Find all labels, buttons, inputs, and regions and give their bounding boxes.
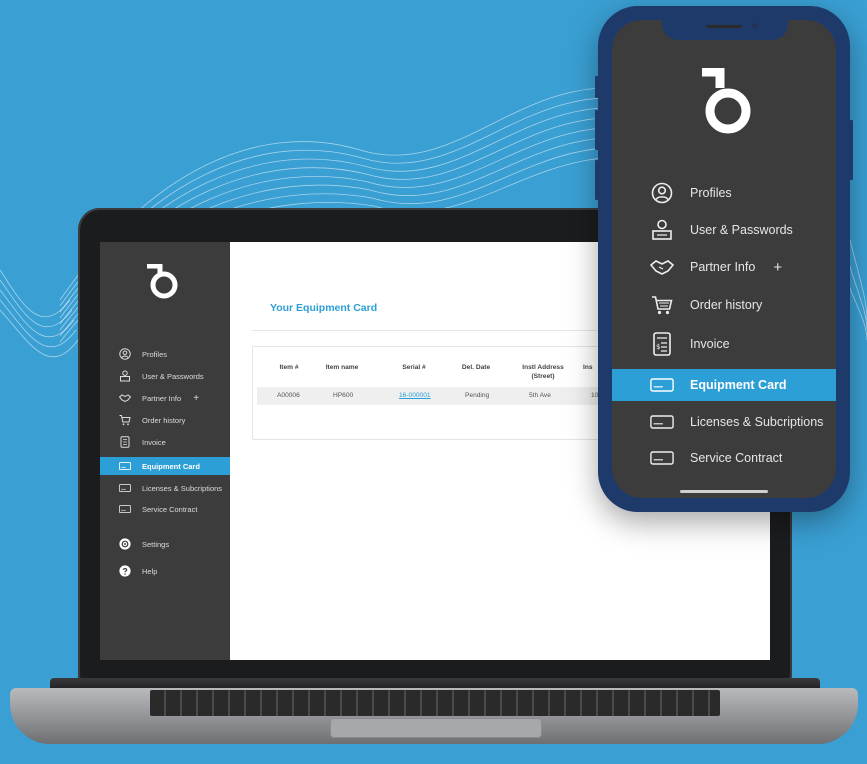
phone-item-label: Service Contract [690,451,783,465]
col-header-serial: Serial # [402,364,426,371]
phone-item-profiles[interactable]: Profiles [612,177,836,209]
sidebar-item-label: User & Passwords [142,371,204,381]
profile-icon [119,348,131,360]
cell-del-date: Pending [465,392,490,399]
handshake-icon [650,255,674,279]
phone-speaker [706,25,742,28]
user-lock-icon [119,370,131,382]
user-lock-icon [650,218,674,242]
cell-item-name: HP600 [333,392,354,399]
b-logo [147,264,178,299]
sidebar-item-help[interactable]: Help [100,562,230,580]
sidebar-item-label: Order history [142,415,186,425]
sidebar-item-equipment-card[interactable]: Equipment Card [100,457,230,475]
sidebar-item-invoice[interactable]: Invoice [100,433,230,451]
phone-side-button [595,160,598,200]
gear-icon [119,538,131,550]
col-header-instl-address: Instl Address (Street) [522,364,564,380]
sidebar-item-settings[interactable]: Settings [100,535,230,553]
sidebar-item-label: Help [142,566,158,576]
sidebar-item-label: Equipment Card [142,461,200,471]
phone-side-button [595,76,598,98]
partner-info-expand[interactable]: + [773,259,782,276]
card-icon [119,503,131,515]
phone-item-service-contract[interactable]: Service Contract [612,442,836,474]
b-logo [702,68,751,134]
sidebar-item-order-history[interactable]: Order history [100,411,230,429]
phone-item-label: Order history [690,298,763,312]
phone-home-indicator[interactable] [680,490,768,493]
serial-link[interactable]: 16-000001 [399,392,431,399]
cell-item-number: A00006 [277,392,300,399]
phone-item-label: User & Passwords [690,223,793,237]
svg-text:$: $ [656,343,660,351]
phone-item-label: Licenses & Subcriptions [690,415,824,429]
phone-item-label: Equipment Card [690,378,787,392]
keyboard [150,690,720,716]
card-icon [119,482,131,494]
phone-item-user-passwords[interactable]: User & Passwords [612,214,836,246]
cell-instl-address: 5th Ave [529,392,551,399]
sidebar-item-partner-info[interactable]: Partner Info + [100,389,230,407]
trackpad [330,718,542,738]
sidebar-item-label: Licenses & Subcriptions [142,483,223,493]
phone-camera [752,23,758,29]
sidebar-item-service-contract[interactable]: Service Contract [100,500,230,518]
cart-icon [119,414,131,426]
phone-item-order-history[interactable]: Order history [612,289,836,321]
card-icon [650,373,674,397]
col-header-item-name: Item name [325,364,359,371]
invoice-icon: $ [650,332,674,356]
card-icon [650,446,674,470]
sidebar-item-label: Profiles [142,349,168,359]
partner-info-expand[interactable]: + [193,393,199,404]
sidebar-item-label: Invoice [142,437,166,447]
phone-side-button [595,110,598,150]
laptop-sidebar: Profiles User & Passwords Partner Info +… [100,242,230,660]
phone-item-partner-info[interactable]: Partner Info + [612,251,836,283]
phone-side-button [850,120,853,180]
sidebar-item-user-passwords[interactable]: User & Passwords [100,367,230,385]
card-icon [650,410,674,434]
profile-icon [650,181,674,205]
sidebar-item-licenses[interactable]: Licenses & Subcriptions [100,479,230,497]
invoice-icon [119,436,131,448]
cart-icon [650,293,674,317]
phone-item-licenses[interactable]: Licenses & Subcriptions [612,406,836,438]
sidebar-item-label: Partner Info [142,393,182,403]
phone-item-invoice[interactable]: $ Invoice [612,328,836,360]
sidebar-item-label: Service Contract [142,504,198,514]
phone-item-label: Partner Info [690,260,756,274]
sidebar-item-profiles[interactable]: Profiles [100,345,230,363]
card-icon [119,460,131,472]
phone-screen: Profiles User & Passwords Partner Info +… [612,20,836,498]
col-header-del-date: Del. Date [461,364,491,371]
phone-notch [662,18,788,40]
page-title: Your Equipment Card [270,302,378,314]
sidebar-item-label: Settings [142,539,170,549]
handshake-icon [119,392,131,404]
phone-item-equipment-card[interactable]: Equipment Card [612,369,836,401]
phone-item-label: Profiles [690,186,732,200]
phone-item-label: Invoice [690,337,730,351]
col-header-item-number: Item # [279,364,299,371]
help-icon [119,565,131,577]
